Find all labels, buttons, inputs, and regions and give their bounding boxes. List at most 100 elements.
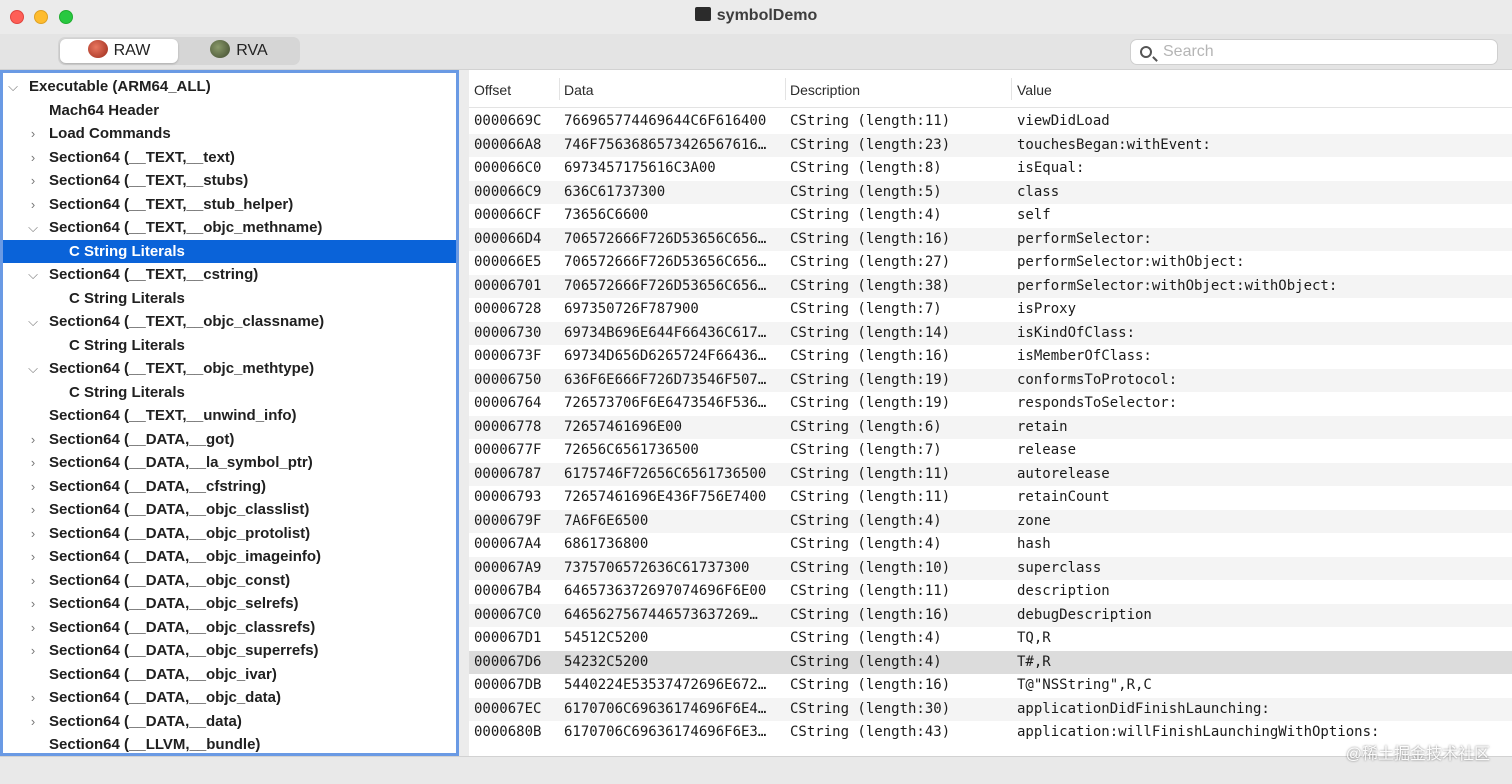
chevron-right-icon[interactable]: › (27, 498, 39, 521)
table-row[interactable]: 00006701 706572666F726D53656C656… CString … (469, 274, 1512, 298)
tree-item[interactable]: C String Literals (3, 287, 456, 310)
chevron-right-icon[interactable]: › (27, 639, 39, 662)
tree-item[interactable]: ⌵ Section64 (__TEXT,__objc_methtype) (3, 357, 456, 380)
chevron-right-icon[interactable]: › (27, 451, 39, 474)
table-row[interactable]: 00006778 72657461696E00 CString (length:6)… (469, 415, 1512, 439)
column-divider[interactable] (559, 78, 560, 100)
table-row[interactable]: 000067D6 54232C5200 CString (length:4) T#,R (469, 650, 1512, 674)
tree-item-label: Section64 (__TEXT,__stubs) (49, 172, 249, 189)
column-header-offset[interactable]: Offset (474, 82, 511, 98)
chevron-down-icon[interactable]: ⌵ (27, 357, 39, 380)
tree-item[interactable]: C String Literals (3, 381, 456, 404)
tree-item[interactable]: › Section64 (__DATA,__objc_superrefs) (3, 639, 456, 662)
tree-item[interactable]: ⌵ Section64 (__TEXT,__objc_methname) (3, 216, 456, 239)
cell-offset: 00006778 (474, 418, 542, 435)
table-row[interactable]: 000067D1 54512C5200 CString (length:4) TQ,R (469, 627, 1512, 651)
tree-item[interactable]: › Section64 (__TEXT,__text) (3, 146, 456, 169)
chevron-right-icon[interactable]: › (27, 122, 39, 145)
cell-value: release (1017, 442, 1077, 458)
cell-value: performSelector:withObject: (1017, 254, 1245, 270)
table-row[interactable]: 000066E5 706572666F726D53656C656… CString … (469, 251, 1512, 275)
table-row[interactable]: 000067EC 6170706C69636174696F6E4… CString … (469, 697, 1512, 721)
cell-description: CString (length:30) (790, 700, 951, 717)
tree-item[interactable]: C String Literals (3, 239, 456, 263)
tree-item[interactable]: › Section64 (__DATA,__objc_const) (3, 569, 456, 592)
table-row[interactable]: 0000679F 7A6F6E6500 CString (length:4) zone (469, 509, 1512, 533)
tree-item[interactable]: › Section64 (__DATA,__got) (3, 428, 456, 451)
chevron-right-icon[interactable]: › (27, 475, 39, 498)
column-header-description[interactable]: Description (790, 82, 860, 98)
tree-item[interactable]: › Section64 (__DATA,__objc_protolist) (3, 522, 456, 545)
chevron-right-icon[interactable]: › (27, 545, 39, 568)
table-row[interactable]: 00006793 72657461696E436F756E7400 CString … (469, 486, 1512, 510)
tree-item[interactable]: Section64 (__TEXT,__unwind_info) (3, 404, 456, 427)
table-row[interactable]: 00006787 6175746F72656C6561736500 CString … (469, 462, 1512, 486)
tree-item[interactable]: Mach64 Header (3, 99, 456, 122)
cell-offset: 000067EC (474, 700, 542, 717)
table-row[interactable]: 000066CF 73656C6600 CString (length:4) self (469, 204, 1512, 228)
search-input[interactable] (1163, 42, 1493, 62)
section-tree[interactable]: ⌵ Executable (ARM64_ALL) Mach64 Header › Loa… (0, 70, 459, 756)
tree-item[interactable]: Section64 (__LLVM,__bundle) (3, 733, 456, 753)
tree-item[interactable]: › Section64 (__TEXT,__stubs) (3, 169, 456, 192)
tree-item[interactable]: › Section64 (__DATA,__objc_data) (3, 686, 456, 709)
table-row[interactable]: 0000669C 766965774469644C6F616400 CString … (469, 110, 1512, 134)
raw-mode-button[interactable]: RAW (60, 39, 178, 63)
table-row[interactable]: 000066C9 636C61737300 CString (length:5) cl… (469, 180, 1512, 204)
chevron-right-icon[interactable]: › (27, 193, 39, 216)
table-row[interactable]: 00006750 636F6E666F726D73546F507… CString … (469, 368, 1512, 392)
table-row[interactable]: 00006728 697350726F787900 CString (length:… (469, 298, 1512, 322)
tree-item[interactable]: C String Literals (3, 334, 456, 357)
chevron-right-icon[interactable]: › (27, 522, 39, 545)
table-row[interactable]: 000066D4 706572666F726D53656C656… CString … (469, 227, 1512, 251)
split-view-divider[interactable] (459, 70, 469, 756)
chevron-right-icon[interactable]: › (27, 710, 39, 733)
cell-offset: 00006787 (474, 465, 542, 482)
column-divider[interactable] (1011, 78, 1012, 100)
chevron-down-icon[interactable]: ⌵ (7, 75, 19, 98)
tree-item[interactable]: Section64 (__DATA,__objc_ivar) (3, 663, 456, 686)
search-field[interactable] (1130, 39, 1498, 65)
tree-item[interactable]: › Section64 (__DATA,__objc_classrefs) (3, 616, 456, 639)
tree-item[interactable]: › Section64 (__DATA,__data) (3, 710, 456, 733)
table-row[interactable]: 000067DB 5440224E53537472696E672… CString … (469, 674, 1512, 698)
table-row[interactable]: 000067A9 7375706572636C61737300 CString (l… (469, 556, 1512, 580)
table-row[interactable]: 000067B4 6465736372697074696F6E00 CString … (469, 580, 1512, 604)
column-header-value[interactable]: Value (1017, 82, 1052, 98)
tree-item[interactable]: › Section64 (__DATA,__objc_classlist) (3, 498, 456, 521)
table-row[interactable]: 000066C0 6973457175616C3A00 CString (lengt… (469, 157, 1512, 181)
chevron-down-icon[interactable]: ⌵ (27, 216, 39, 239)
table-row[interactable]: 00006730 69734B696E644F66436C617… CString … (469, 321, 1512, 345)
table-row[interactable]: 0000677F 72656C6561736500 CString (length:… (469, 439, 1512, 463)
table-row[interactable]: 00006764 726573706F6E6473546F536… CString … (469, 392, 1512, 416)
tree-item[interactable]: ⌵ Section64 (__TEXT,__cstring) (3, 263, 456, 286)
table-row[interactable]: 000067C0 6465627567446573637269… CString (… (469, 603, 1512, 627)
chevron-right-icon[interactable]: › (27, 146, 39, 169)
chevron-right-icon[interactable]: › (27, 616, 39, 639)
tree-item[interactable]: ⌵ Section64 (__TEXT,__objc_classname) (3, 310, 456, 333)
chevron-down-icon[interactable]: ⌵ (27, 310, 39, 333)
rva-mode-button[interactable]: RVA (180, 39, 298, 63)
tree-item[interactable]: › Section64 (__DATA,__la_symbol_ptr) (3, 451, 456, 474)
table-row[interactable]: 0000673F 69734D656D6265724F66436… CString … (469, 345, 1512, 369)
tree-item[interactable]: › Load Commands (3, 122, 456, 145)
cell-offset: 00006793 (474, 489, 542, 505)
chevron-right-icon[interactable]: › (27, 428, 39, 451)
chevron-down-icon[interactable]: ⌵ (27, 263, 39, 286)
cell-value: superclass (1017, 559, 1102, 576)
tree-item[interactable]: ⌵ Executable (ARM64_ALL) (3, 75, 456, 98)
column-divider[interactable] (785, 78, 786, 100)
chevron-right-icon[interactable]: › (27, 592, 39, 615)
table-row[interactable]: 000066A8 746F7563686573426567616… CString … (469, 133, 1512, 157)
chevron-right-icon[interactable]: › (27, 569, 39, 592)
cell-offset: 00006750 (474, 371, 542, 388)
tree-item[interactable]: › Section64 (__TEXT,__stub_helper) (3, 193, 456, 216)
tree-item[interactable]: › Section64 (__DATA,__objc_imageinfo) (3, 545, 456, 568)
chevron-right-icon[interactable]: › (27, 169, 39, 192)
chevron-right-icon[interactable]: › (27, 686, 39, 709)
column-header-data[interactable]: Data (564, 82, 594, 98)
tree-item[interactable]: › Section64 (__DATA,__cfstring) (3, 475, 456, 498)
cell-description: CString (length:4) (790, 207, 942, 223)
table-row[interactable]: 000067A4 6861736800 CString (length:4) hash (469, 533, 1512, 557)
tree-item[interactable]: › Section64 (__DATA,__objc_selrefs) (3, 592, 456, 615)
